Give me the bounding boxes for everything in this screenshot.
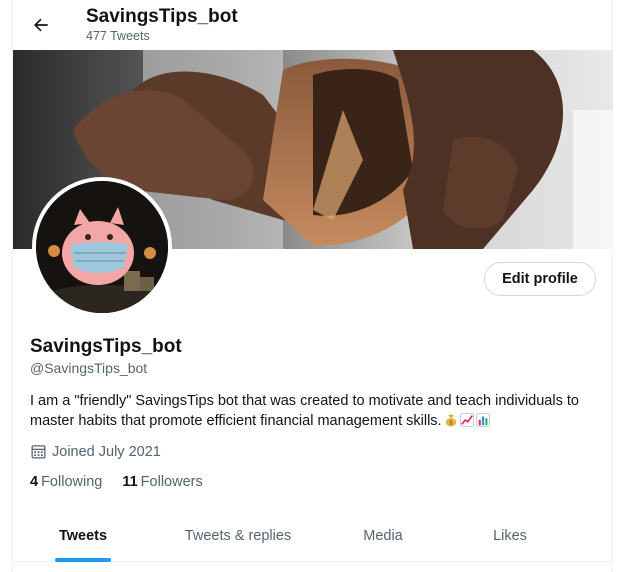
bar-chart-icon	[475, 413, 490, 427]
tab-likes-label: Likes	[493, 528, 527, 544]
tab-media-label: Media	[363, 528, 403, 544]
followers-label: Followers	[140, 474, 203, 490]
active-tab-indicator	[55, 558, 111, 562]
following-label: Following	[41, 474, 103, 490]
following-link[interactable]: 4 Following	[30, 474, 102, 490]
money-bag-icon: $	[445, 414, 456, 427]
profile-bio: I am a "friendly" SavingsTips bot that w…	[30, 391, 600, 431]
arrow-left-icon	[34, 18, 48, 32]
profile-name: SavingsTips_bot	[30, 336, 182, 357]
following-count: 4	[30, 474, 39, 490]
header-title: SavingsTips_bot	[86, 6, 238, 27]
joined-label: Joined July 2021	[52, 443, 161, 460]
bio-text: I am a "friendly" SavingsTips bot that w…	[30, 393, 579, 429]
profile-column: SavingsTips_bot 477 Tweets Edit profile …	[12, 0, 613, 572]
profile-tabs: Tweets Tweets & replies Media Likes	[13, 510, 613, 562]
followers-link[interactable]: 11 Followers	[122, 474, 202, 490]
tweet-count: 477 Tweets	[86, 29, 150, 43]
chart-increasing-icon	[459, 413, 474, 427]
tab-media[interactable]: Media	[323, 510, 443, 562]
tab-likes[interactable]: Likes	[443, 510, 577, 562]
tab-tweets-label: Tweets	[58, 528, 108, 544]
follow-stats: 4 Following 11 Followers	[30, 474, 223, 490]
tab-tweets-replies-label: Tweets & replies	[184, 528, 292, 544]
avatar[interactable]	[32, 177, 172, 317]
tab-tweets-replies[interactable]: Tweets & replies	[153, 510, 323, 562]
svg-text:$: $	[449, 419, 453, 426]
calendar-icon	[31, 445, 46, 459]
joined-date: Joined July 2021	[30, 443, 161, 460]
profile-header-bar: SavingsTips_bot 477 Tweets	[13, 0, 613, 50]
profile-handle: @SavingsTips_bot	[30, 360, 148, 376]
followers-count: 11	[122, 474, 138, 490]
edit-profile-button[interactable]: Edit profile	[484, 262, 596, 296]
tab-tweets[interactable]: Tweets	[13, 510, 153, 562]
back-button[interactable]	[25, 9, 57, 41]
